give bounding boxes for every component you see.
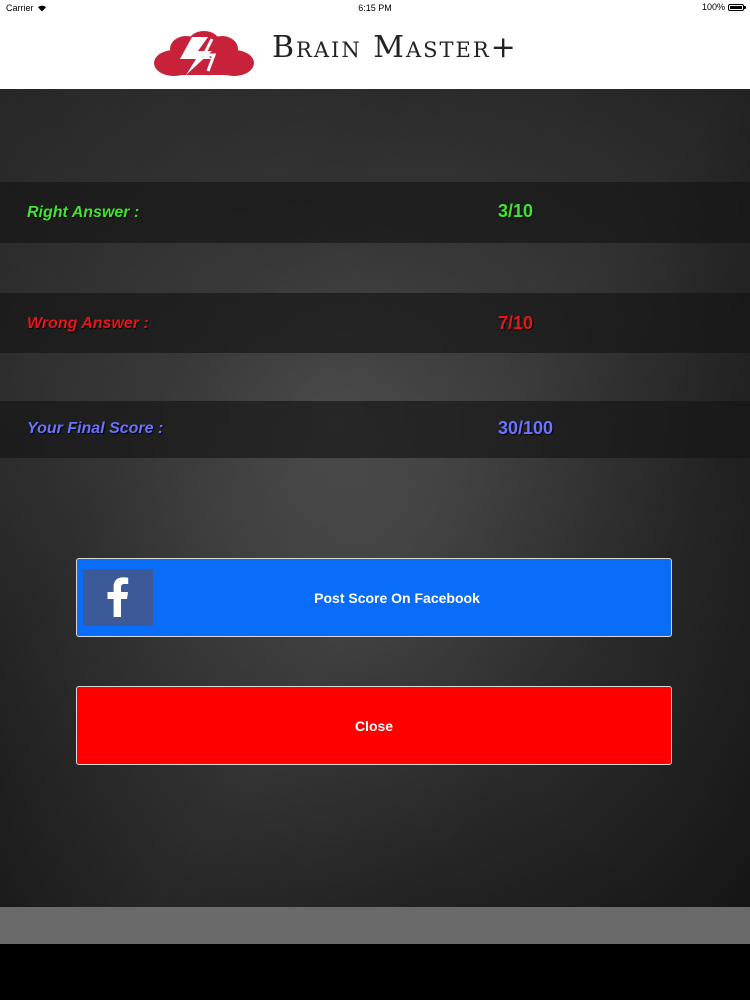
wrong-answer-label: Wrong Answer : [27,315,149,332]
right-answer-row: Right Answer : 3/10 [0,182,750,243]
battery-info: 100% [701,2,746,12]
status-time: 6:15 PM [358,3,392,13]
app-screen: Carrier 6:15 PM 100% Brain Master+ Right… [0,0,750,1000]
app-header: Brain Master+ [0,16,750,89]
battery-icon [728,3,746,11]
results-panel: Right Answer : 3/10 Wrong Answer : 7/10 … [0,89,750,907]
brain-logo-icon [154,31,254,76]
final-score-row: Your Final Score : 30/100 [0,401,750,458]
close-label: Close [354,718,394,734]
final-score-value: 30/100 [498,418,554,438]
close-button[interactable]: Close [76,686,672,765]
footer-bar [0,907,750,944]
wrong-answer-row: Wrong Answer : 7/10 [0,293,750,353]
right-answer-label: Right Answer : [27,204,140,221]
battery-percent: 100% [701,2,725,12]
wrong-answer-value: 7/10 [498,313,534,333]
status-bar: Carrier 6:15 PM 100% [0,0,750,16]
app-title: Brain Master+ [272,30,518,65]
right-answer-value: 3/10 [498,201,534,221]
post-facebook-label: Post Score On Facebook [314,590,480,606]
bottom-area [0,944,750,1000]
post-facebook-button[interactable]: Post Score On Facebook [76,558,672,637]
final-score-label: Your Final Score : [27,420,164,437]
